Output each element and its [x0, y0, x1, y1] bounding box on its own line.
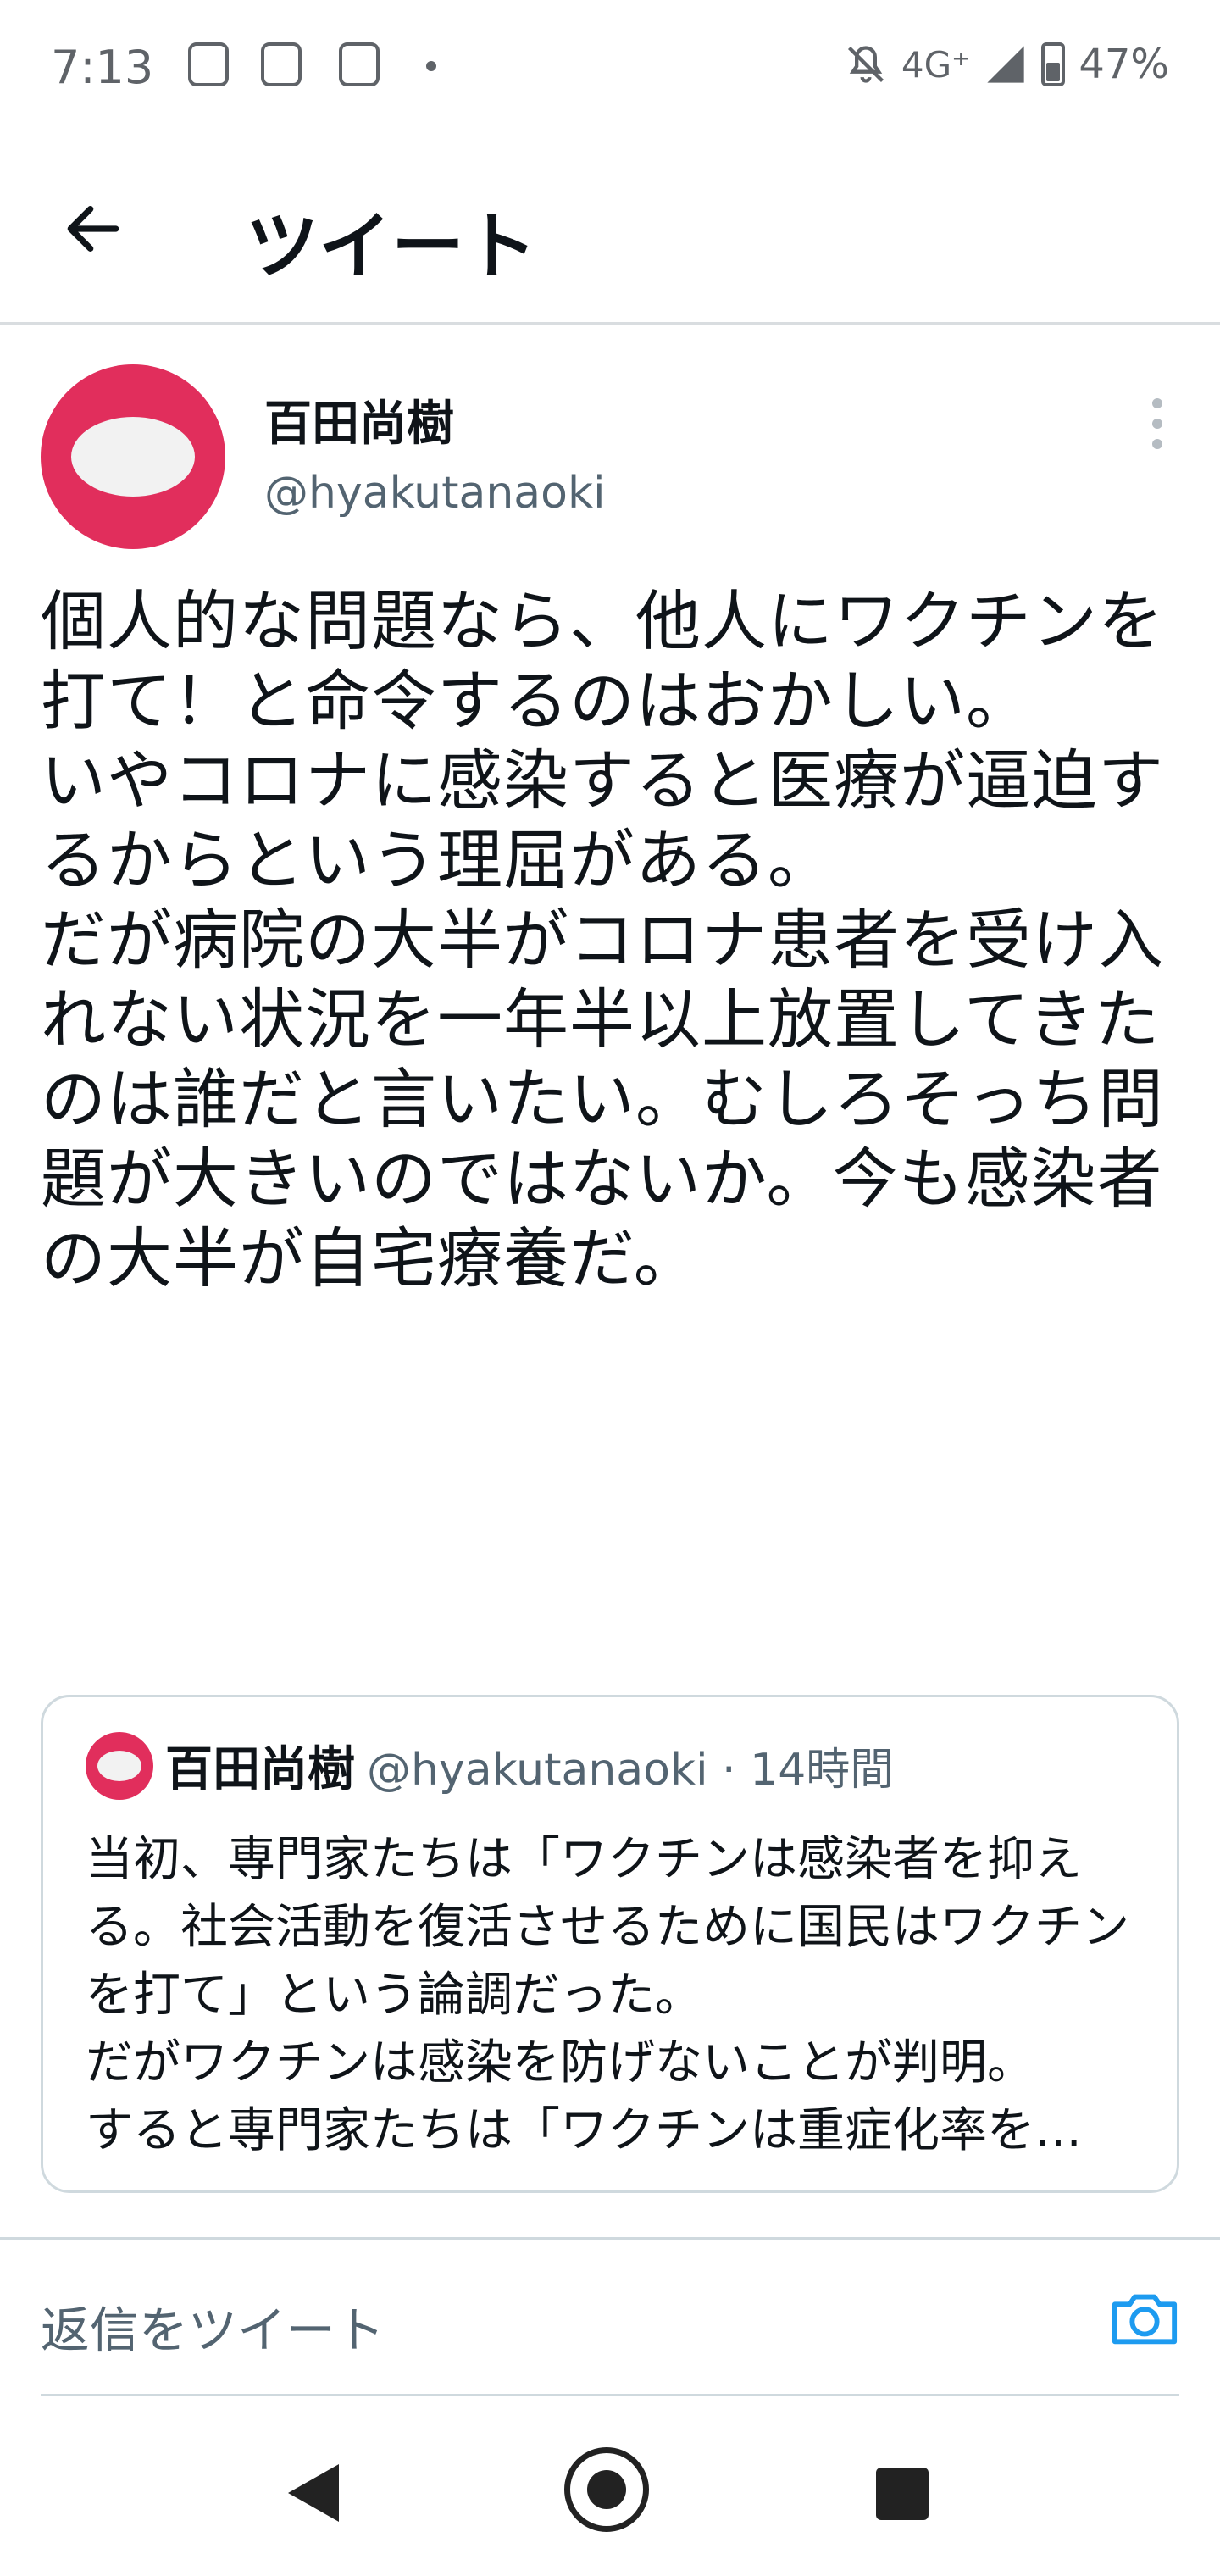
- status-bar: 7:13 4G⁺ 47%: [0, 0, 1220, 136]
- quoted-author-handle: @hyakutanaoki · 14時間: [367, 1745, 895, 1796]
- notification-icon-app: [188, 42, 229, 86]
- silent-bell-icon: [847, 46, 884, 83]
- notification-icon-app2: [339, 42, 380, 86]
- camera-icon[interactable]: [1110, 2285, 1179, 2348]
- reply-bar: 返信をツイート: [0, 2237, 1220, 2396]
- reply-divider: [41, 2394, 1179, 2396]
- nav-recents-icon[interactable]: [876, 2468, 929, 2520]
- signal-icon: [987, 46, 1024, 83]
- nav-home-icon[interactable]: [564, 2447, 649, 2532]
- nav-back-icon[interactable]: [288, 2464, 339, 2522]
- quoted-tweet-text: 当初、専門家たちは「ワクチンは感染者を抑える。社会活動を復活させるために国民はワ…: [86, 1832, 1129, 2158]
- header: ツイート: [0, 161, 1220, 325]
- quoted-author-name: 百田尚樹: [165, 1742, 355, 1797]
- android-nav-bar: [0, 2423, 1220, 2576]
- quoted-tweet[interactable]: 百田尚樹 @hyakutanaoki · 14時間 当初、専門家たちは「ワクチン…: [41, 1695, 1179, 2193]
- status-icons: 4G⁺ 47%: [844, 41, 1169, 88]
- status-time: 7:13: [51, 41, 154, 94]
- more-notifications-icon: [426, 61, 436, 71]
- author-name[interactable]: 百田尚樹: [264, 386, 454, 454]
- tweet-author: 百田尚樹 @hyakutanaoki: [0, 364, 1220, 559]
- quoted-avatar: [86, 1731, 153, 1800]
- notification-icon-docomo: [261, 42, 302, 86]
- author-handle[interactable]: @hyakutanaoki: [264, 468, 606, 519]
- battery-icon: [1041, 42, 1066, 86]
- network-type: 4G⁺: [901, 43, 971, 86]
- avatar[interactable]: [41, 364, 225, 549]
- reply-input[interactable]: 返信をツイート: [41, 2290, 385, 2362]
- more-options-icon[interactable]: [1152, 398, 1164, 451]
- battery-level: 47%: [1079, 41, 1169, 88]
- back-arrow-icon[interactable]: [59, 195, 127, 263]
- quoted-tweet-header: 百田尚樹 @hyakutanaoki · 14時間: [86, 1731, 894, 1800]
- tweet-text: 個人的な問題なら、他人にワクチンを打て！と命令するのはおかしい。 いやコロナに感…: [41, 585, 1164, 1297]
- page-title: ツイート: [246, 204, 537, 289]
